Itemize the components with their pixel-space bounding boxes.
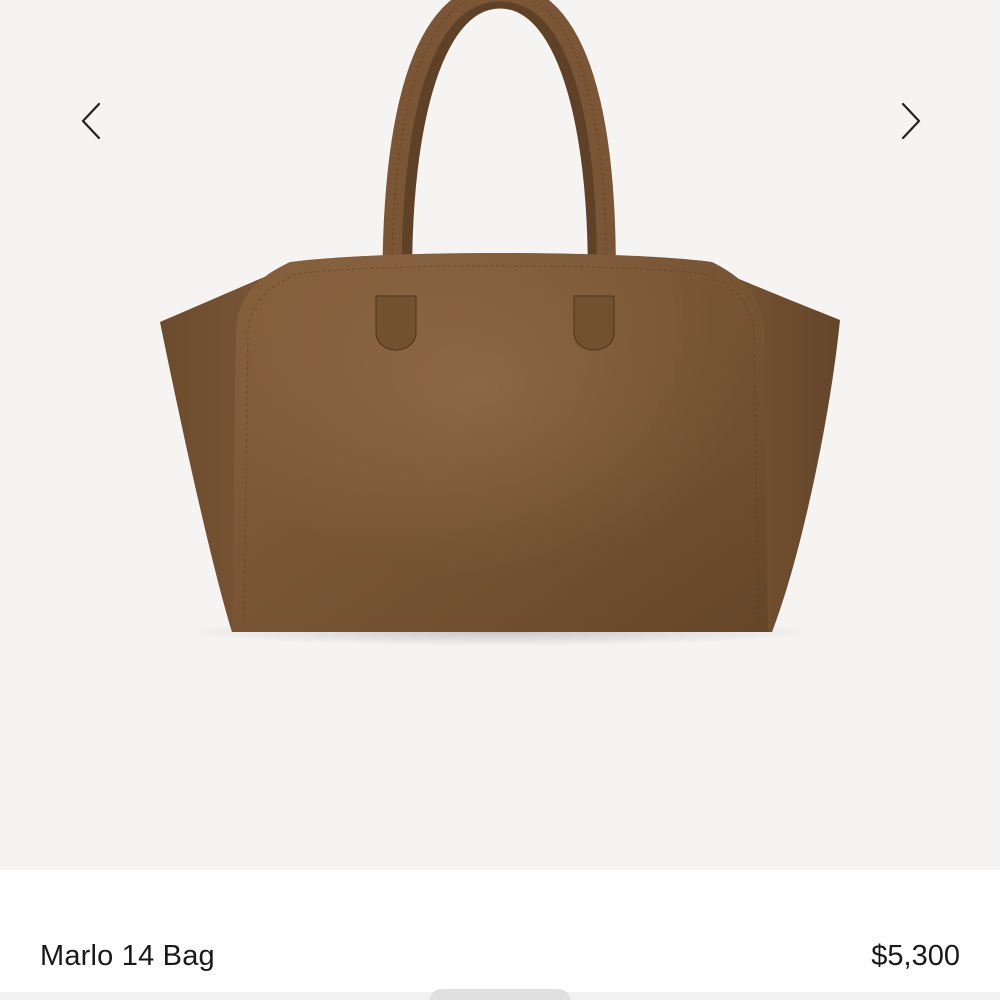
previous-image-button[interactable] — [66, 96, 116, 146]
next-image-button[interactable] — [886, 96, 936, 146]
product-page: Marlo 14 Bag $5,300 — [0, 0, 1000, 1000]
chevron-right-icon — [901, 102, 921, 140]
product-price: $5,300 — [871, 940, 960, 972]
chevron-left-icon — [81, 102, 101, 140]
home-indicator[interactable] — [430, 989, 570, 1000]
product-info: Marlo 14 Bag $5,300 — [0, 870, 1000, 1000]
product-name[interactable]: Marlo 14 Bag — [40, 940, 215, 973]
product-image — [160, 0, 840, 646]
product-gallery[interactable] — [0, 0, 1000, 870]
